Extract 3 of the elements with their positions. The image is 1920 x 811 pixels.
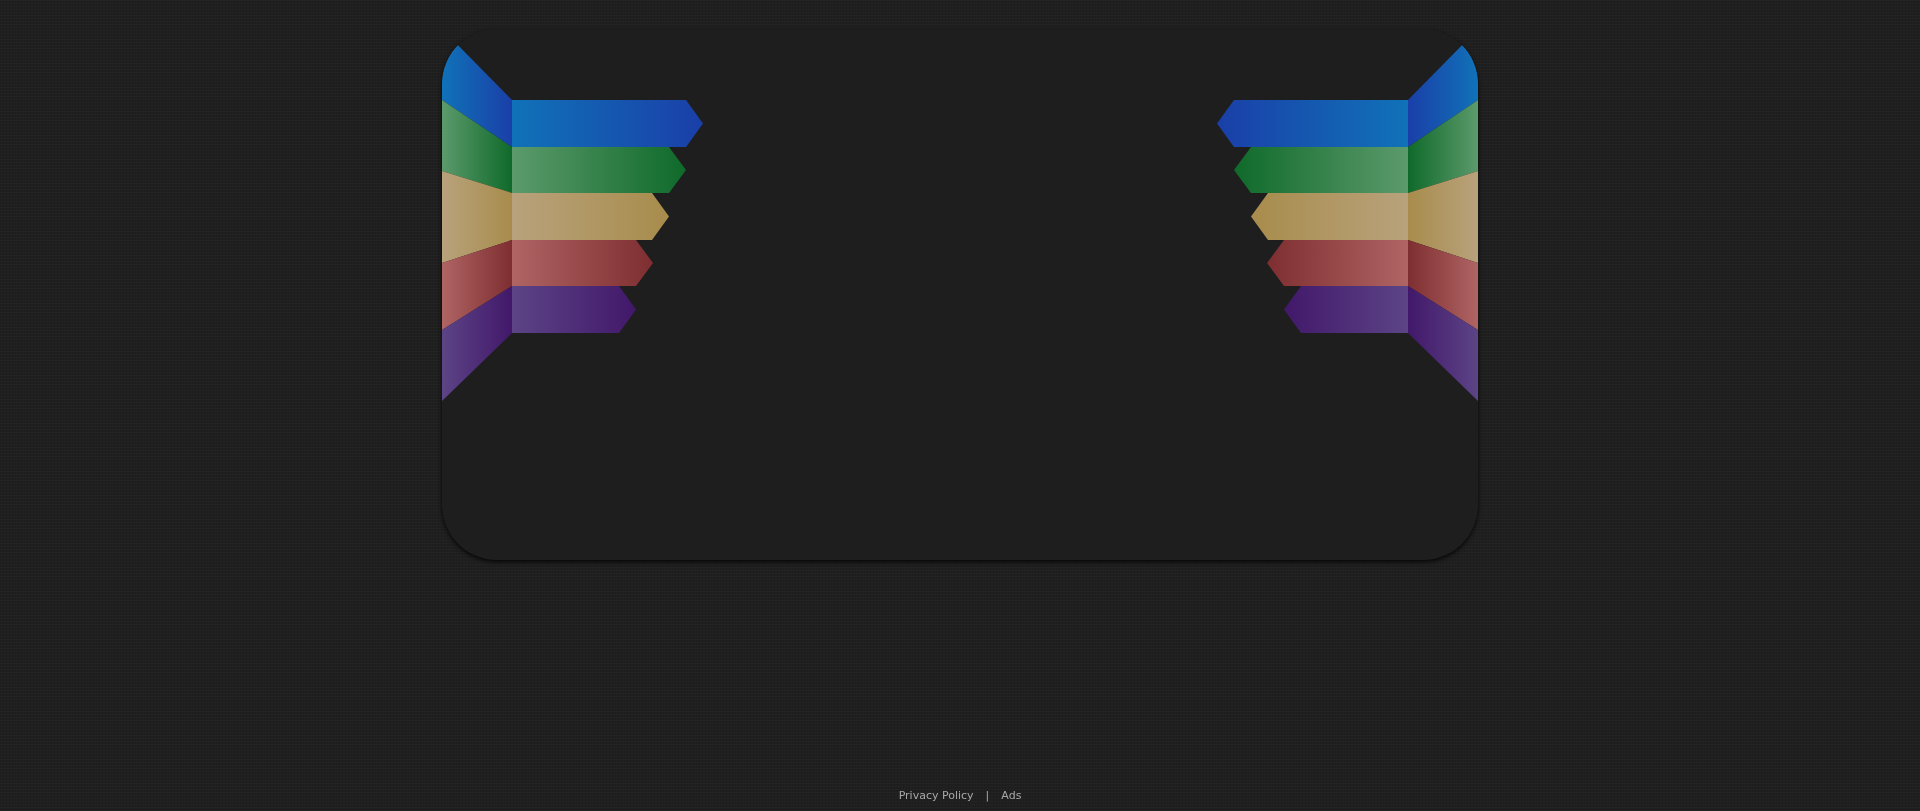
ads-link[interactable]: Ads: [1001, 789, 1022, 802]
separator: |: [985, 789, 990, 802]
privacy-policy-link[interactable]: Privacy Policy: [898, 789, 974, 802]
